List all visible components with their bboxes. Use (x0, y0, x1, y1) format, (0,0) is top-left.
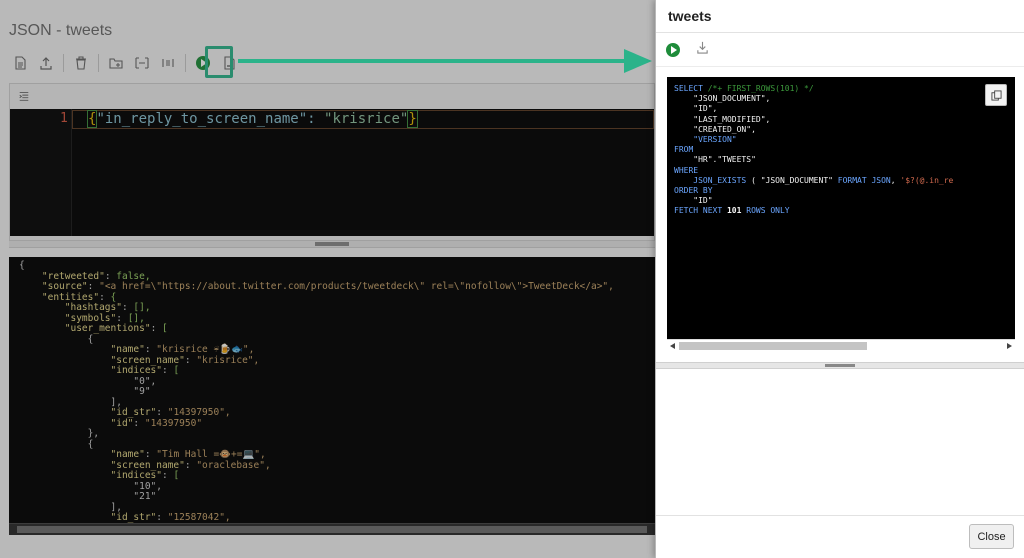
sql-line: "CREATED_ON", (674, 125, 953, 135)
scroll-left-icon[interactable] (670, 343, 675, 349)
sql-token: JSON_EXISTS (693, 175, 747, 185)
sql-token: WHERE (674, 165, 699, 175)
sql-token: ROWS ONLY (741, 206, 790, 216)
sql-token: '$?(@.in_re (900, 175, 954, 185)
dialog-footer: Close (656, 515, 1024, 558)
dialog-title: tweets (668, 8, 712, 24)
sql-token: ORDER BY (674, 186, 713, 196)
sql-token: "ID" (693, 196, 713, 206)
scrollbar-thumb[interactable] (679, 342, 867, 350)
run-sql-icon[interactable] (666, 42, 680, 57)
sql-token: , (890, 175, 901, 185)
sql-token: ( "JSON_DOCUMENT" (746, 175, 838, 185)
sql-code-text: SELECT /*+ FIRST_ROWS(101) */ "JSON_DOCU… (674, 84, 953, 217)
sql-line: JSON_EXISTS ( "JSON_DOCUMENT" FORMAT JSO… (674, 176, 953, 186)
sql-line: "VERSION" (674, 135, 953, 145)
sql-line: "ID", (674, 104, 953, 114)
sql-line: "JSON_DOCUMENT", (674, 94, 953, 104)
sql-token: "VERSION" (693, 135, 737, 145)
dialog-splitter[interactable] (656, 362, 1024, 369)
sql-dialog: tweets SELECT /*+ FIRST_ROWS(101) */ "JS… (655, 0, 1024, 558)
dialog-toolbar (656, 33, 1024, 67)
copy-button[interactable] (985, 84, 1007, 106)
download-icon[interactable] (696, 41, 709, 59)
sql-token: "LAST_MODIFIED", (693, 114, 771, 124)
copy-icon (990, 89, 1002, 101)
sql-token: /*+ FIRST_ROWS(101) */ (707, 84, 814, 93)
scroll-right-icon[interactable] (1007, 343, 1012, 349)
sql-token: FROM (674, 145, 694, 155)
sql-token: FORMAT JSON (837, 175, 891, 185)
close-button[interactable]: Close (969, 524, 1014, 549)
sql-line: ORDER BY (674, 186, 953, 196)
sql-line: "HR"."TWEETS" (674, 155, 953, 165)
sql-horizontal-scrollbar[interactable] (667, 339, 1015, 351)
sql-token: "ID", (693, 104, 718, 114)
sql-line: FETCH NEXT 101 ROWS ONLY (674, 206, 953, 216)
sql-code-view[interactable]: SELECT /*+ FIRST_ROWS(101) */ "JSON_DOCU… (667, 77, 1015, 351)
sql-token: "HR"."TWEETS" (693, 155, 756, 165)
sql-line: WHERE (674, 166, 953, 176)
sql-line: SELECT /*+ FIRST_ROWS(101) */ (674, 84, 953, 94)
dialog-header: tweets (656, 0, 1024, 33)
sql-token: FETCH NEXT (674, 206, 727, 216)
sql-line: "LAST_MODIFIED", (674, 115, 953, 125)
sql-token: "CREATED_ON", (693, 124, 756, 134)
sql-token: 101 (726, 206, 742, 216)
sql-line: "ID" (674, 196, 953, 206)
sql-token: "JSON_DOCUMENT", (693, 94, 771, 104)
annotation-arrow (238, 49, 652, 73)
sql-token: SELECT (674, 84, 708, 93)
sql-line: FROM (674, 145, 953, 155)
